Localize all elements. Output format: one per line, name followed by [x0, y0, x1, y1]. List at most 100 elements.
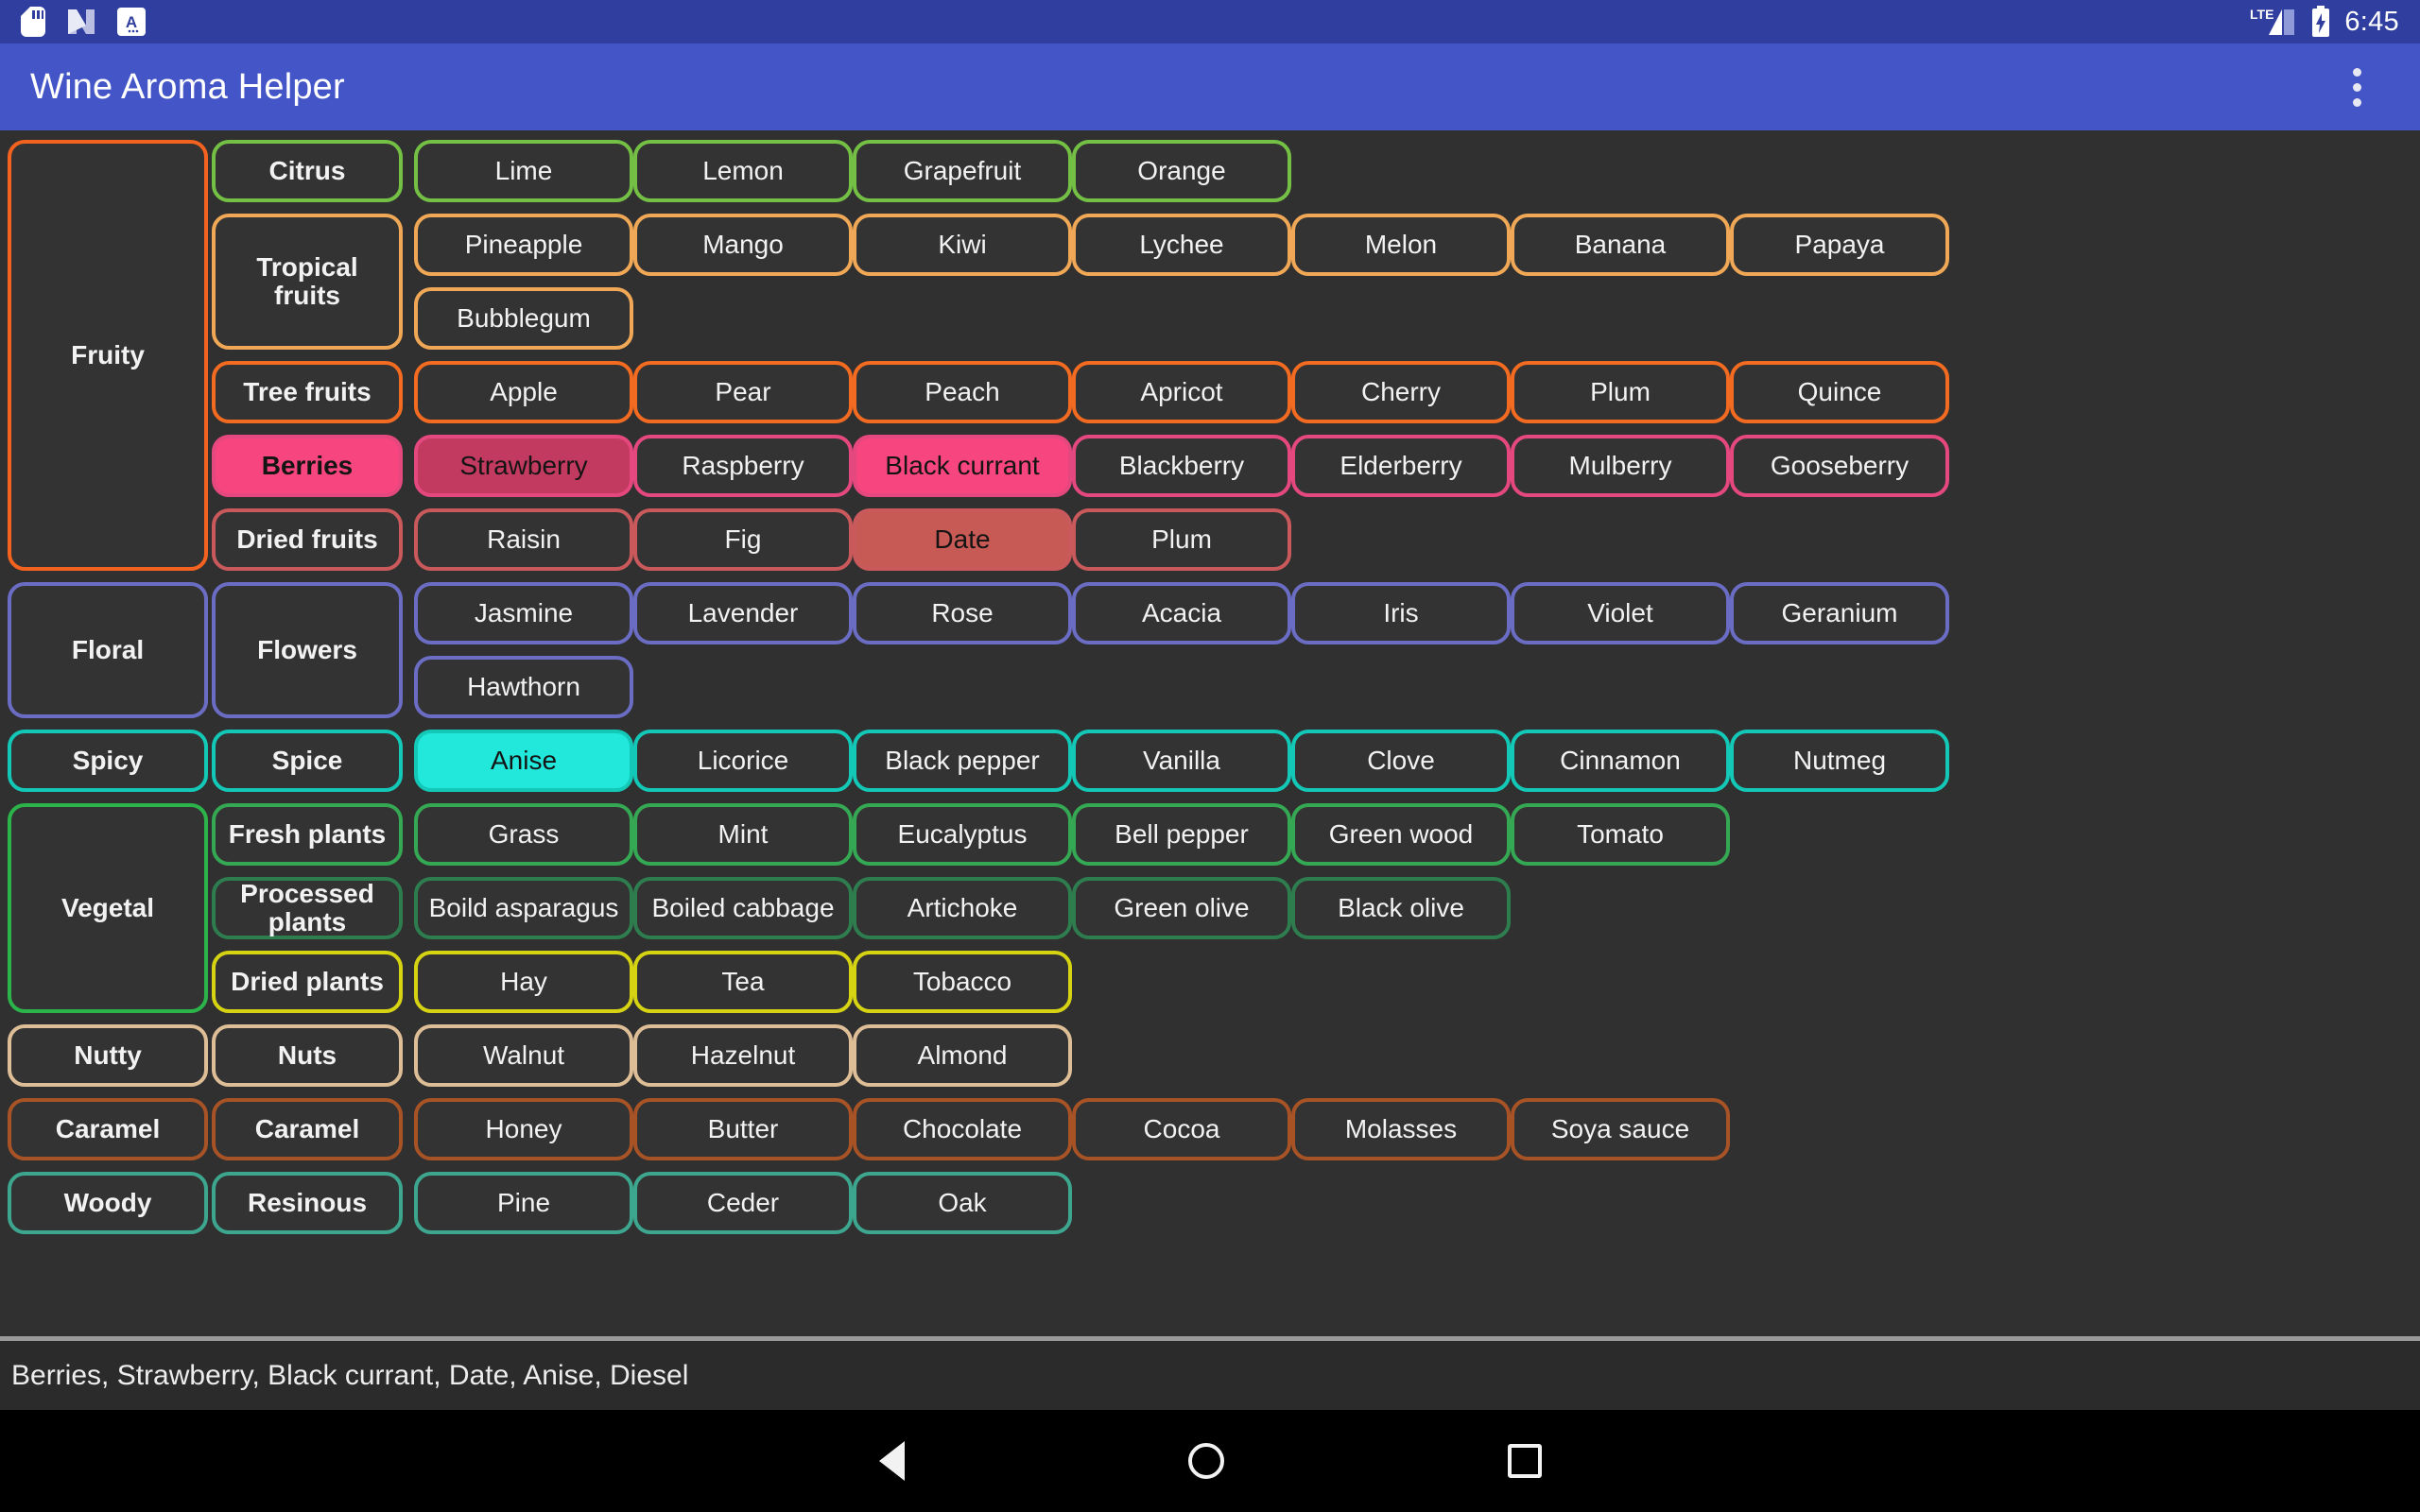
aroma-chip-hay[interactable]: Hay	[414, 951, 633, 1013]
subcategory-dried-plants[interactable]: Dried plants	[212, 951, 403, 1013]
aroma-chip-cinnamon[interactable]: Cinnamon	[1511, 730, 1730, 792]
aroma-chip-chocolate-label: Chocolate	[902, 1113, 1023, 1143]
back-button-icon[interactable]	[878, 1441, 905, 1481]
category-vegetal-label: Vegetal	[60, 892, 155, 922]
category-floral[interactable]: Floral	[8, 582, 208, 718]
aroma-chip-chocolate[interactable]: Chocolate	[853, 1098, 1072, 1160]
aroma-chip-green-wood[interactable]: Green wood	[1291, 803, 1511, 866]
aroma-grid[interactable]: Citrus Lime Lemon Grapefruit Orange Tropical …	[0, 130, 2420, 1336]
aroma-chip-boiled-cabbage[interactable]: Boiled cabbage	[633, 877, 853, 939]
subcategory-dried-fruits[interactable]: Dried fruits	[212, 508, 403, 571]
aroma-chip-bell-pepper[interactable]: Bell pepper	[1072, 803, 1291, 866]
aroma-chip-honey[interactable]: Honey	[414, 1098, 633, 1160]
aroma-chip-apple[interactable]: Apple	[414, 361, 633, 423]
aroma-chip-kiwi[interactable]: Kiwi	[853, 214, 1072, 276]
aroma-chip-green-olive[interactable]: Green olive	[1072, 877, 1291, 939]
aroma-chip-pineapple[interactable]: Pineapple	[414, 214, 633, 276]
aroma-chip-fig[interactable]: Fig	[633, 508, 853, 571]
aroma-chip-cocoa[interactable]: Cocoa	[1072, 1098, 1291, 1160]
subcategory-citrus[interactable]: Citrus	[212, 140, 403, 202]
recents-button-icon[interactable]	[1507, 1444, 1542, 1478]
category-spicy[interactable]: Spicy	[8, 730, 208, 792]
aroma-chip-raisin[interactable]: Raisin	[414, 508, 633, 571]
aroma-chip-anise[interactable]: Anise	[414, 730, 633, 792]
aroma-chip-banana[interactable]: Banana	[1511, 214, 1730, 276]
aroma-chip-apricot[interactable]: Apricot	[1072, 361, 1291, 423]
aroma-chip-nutmeg[interactable]: Nutmeg	[1730, 730, 1949, 792]
subcategory-fresh-plants[interactable]: Fresh plants	[212, 803, 403, 866]
subcategory-tropical-fruits[interactable]: Tropical fruits	[212, 214, 403, 350]
category-nutty[interactable]: Nutty	[8, 1024, 208, 1087]
aroma-chip-melon[interactable]: Melon	[1291, 214, 1511, 276]
aroma-chip-ceder[interactable]: Ceder	[633, 1172, 853, 1234]
aroma-chip-molasses[interactable]: Molasses	[1291, 1098, 1511, 1160]
aroma-chip-strawberry[interactable]: Strawberry	[414, 435, 633, 497]
aroma-chip-violet[interactable]: Violet	[1511, 582, 1730, 644]
aroma-chip-elderberry[interactable]: Elderberry	[1291, 435, 1511, 497]
aroma-chip-tobacco[interactable]: Tobacco	[853, 951, 1072, 1013]
aroma-chip-almond[interactable]: Almond	[853, 1024, 1072, 1087]
aroma-chip-peach[interactable]: Peach	[853, 361, 1072, 423]
subcategory-processed-plants[interactable]: Processed plants	[212, 877, 403, 939]
aroma-chip-vanilla[interactable]: Vanilla	[1072, 730, 1291, 792]
subcategory-nuts[interactable]: Nuts	[212, 1024, 403, 1087]
aroma-chip-blackberry[interactable]: Blackberry	[1072, 435, 1291, 497]
aroma-chip-ceder-label: Ceder	[706, 1187, 780, 1217]
aroma-chip-grapefruit[interactable]: Grapefruit	[853, 140, 1072, 202]
aroma-chip-quince[interactable]: Quince	[1730, 361, 1949, 423]
aroma-chip-hawthorn[interactable]: Hawthorn	[414, 656, 633, 718]
aroma-chip-walnut[interactable]: Walnut	[414, 1024, 633, 1087]
aroma-chip-gooseberry[interactable]: Gooseberry	[1730, 435, 1949, 497]
aroma-chip-anise-label: Anise	[490, 745, 558, 775]
aroma-chip-pear[interactable]: Pear	[633, 361, 853, 423]
aroma-chip-grass[interactable]: Grass	[414, 803, 633, 866]
aroma-chip-plum[interactable]: Plum	[1511, 361, 1730, 423]
subcategory-berries[interactable]: Berries	[212, 435, 403, 497]
aroma-chip-lemon[interactable]: Lemon	[633, 140, 853, 202]
subcategory-spice[interactable]: Spice	[212, 730, 403, 792]
aroma-chip-hazelnut[interactable]: Hazelnut	[633, 1024, 853, 1087]
aroma-chip-plum[interactable]: Plum	[1072, 508, 1291, 571]
category-woody[interactable]: Woody	[8, 1172, 208, 1234]
aroma-chip-boild-asparagus[interactable]: Boild asparagus	[414, 877, 633, 939]
aroma-chip-black-pepper[interactable]: Black pepper	[853, 730, 1072, 792]
aroma-chip-lavender[interactable]: Lavender	[633, 582, 853, 644]
aroma-chip-date[interactable]: Date	[853, 508, 1072, 571]
home-button-icon[interactable]	[1187, 1443, 1224, 1479]
aroma-chip-jasmine[interactable]: Jasmine	[414, 582, 633, 644]
aroma-chip-oak[interactable]: Oak	[853, 1172, 1072, 1234]
aroma-chip-rose[interactable]: Rose	[853, 582, 1072, 644]
aroma-chip-geranium[interactable]: Geranium	[1730, 582, 1949, 644]
aroma-chip-iris[interactable]: Iris	[1291, 582, 1511, 644]
aroma-chip-acacia[interactable]: Acacia	[1072, 582, 1291, 644]
category-vegetal[interactable]: Vegetal	[8, 803, 208, 1013]
aroma-chip-butter[interactable]: Butter	[633, 1098, 853, 1160]
aroma-chip-tea[interactable]: Tea	[633, 951, 853, 1013]
aroma-chip-bubblegum[interactable]: Bubblegum	[414, 287, 633, 350]
aroma-chip-mulberry[interactable]: Mulberry	[1511, 435, 1730, 497]
aroma-chip-black-olive[interactable]: Black olive	[1291, 877, 1511, 939]
aroma-chip-lime[interactable]: Lime	[414, 140, 633, 202]
aroma-chip-black-currant[interactable]: Black currant	[853, 435, 1072, 497]
aroma-chip-lychee[interactable]: Lychee	[1072, 214, 1291, 276]
aroma-chip-soya-sauce[interactable]: Soya sauce	[1511, 1098, 1730, 1160]
aroma-chip-mango[interactable]: Mango	[633, 214, 853, 276]
aroma-chip-eucalyptus[interactable]: Eucalyptus	[853, 803, 1072, 866]
aroma-chip-raspberry[interactable]: Raspberry	[633, 435, 853, 497]
overflow-menu-icon[interactable]	[2324, 54, 2390, 120]
subcategory-caramel[interactable]: Caramel	[212, 1098, 403, 1160]
category-caramel[interactable]: Caramel	[8, 1098, 208, 1160]
aroma-chip-mint[interactable]: Mint	[633, 803, 853, 866]
subcategory-resinous[interactable]: Resinous	[212, 1172, 403, 1234]
aroma-chip-papaya[interactable]: Papaya	[1730, 214, 1949, 276]
aroma-chip-tomato[interactable]: Tomato	[1511, 803, 1730, 866]
aroma-chip-artichoke[interactable]: Artichoke	[853, 877, 1072, 939]
subcategory-tree-fruits[interactable]: Tree fruits	[212, 361, 403, 423]
aroma-chip-pine[interactable]: Pine	[414, 1172, 633, 1234]
subcategory-flowers[interactable]: Flowers	[212, 582, 403, 718]
category-fruity[interactable]: Fruity	[8, 140, 208, 571]
aroma-chip-licorice[interactable]: Licorice	[633, 730, 853, 792]
aroma-chip-orange[interactable]: Orange	[1072, 140, 1291, 202]
aroma-chip-cherry[interactable]: Cherry	[1291, 361, 1511, 423]
aroma-chip-clove[interactable]: Clove	[1291, 730, 1511, 792]
